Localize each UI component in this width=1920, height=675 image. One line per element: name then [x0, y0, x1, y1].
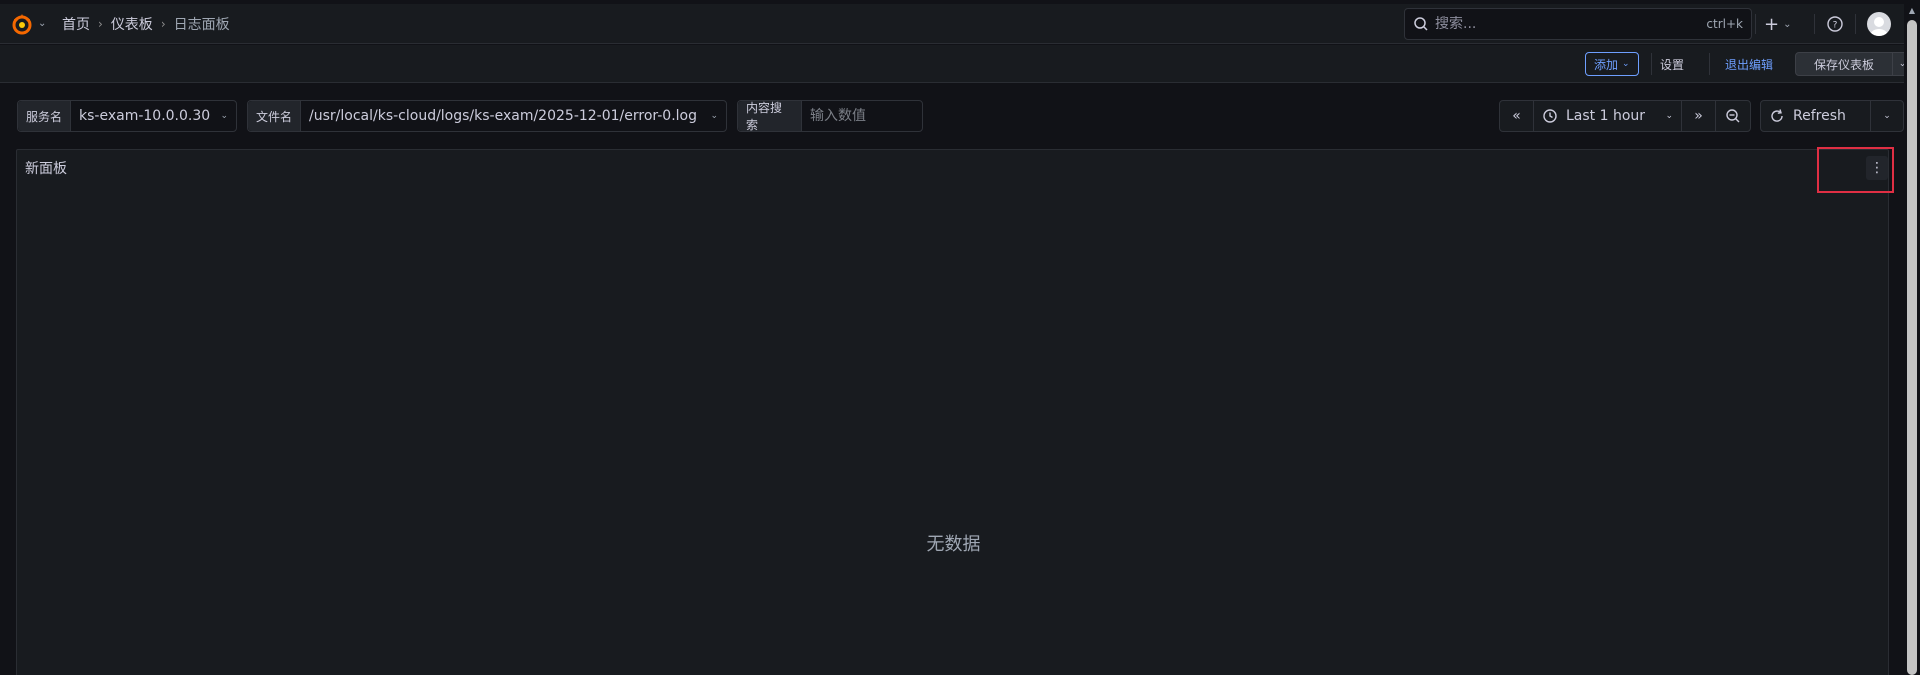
refresh-button[interactable]: Refresh — [1761, 101, 1871, 131]
variable-content: 内容搜索 — [737, 100, 923, 132]
chevrons-right-icon: » — [1694, 108, 1703, 124]
refresh-interval-button[interactable]: ⌄ — [1871, 101, 1903, 131]
chevron-right-icon: › — [98, 17, 103, 31]
time-picker-group: « Last 1 hour ⌄ » — [1499, 100, 1751, 132]
help-icon[interactable]: ? — [1826, 15, 1844, 33]
add-button[interactable]: 添加 ⌄ — [1585, 52, 1639, 76]
grafana-logo-icon[interactable] — [10, 11, 36, 37]
variable-service: 服务名 ks-exam-10.0.0.30 ⌄ — [17, 100, 237, 132]
variable-file: 文件名 /usr/local/ks-cloud/logs/ks-exam/202… — [247, 100, 727, 132]
variable-service-label: 服务名 — [18, 101, 72, 131]
divider — [1755, 14, 1756, 34]
add-button-label: 添加 — [1594, 57, 1619, 72]
service-select-value: ks-exam-10.0.0.30 — [79, 108, 211, 124]
refresh-label: Refresh — [1793, 108, 1846, 124]
chevron-down-icon[interactable]: ⌄ — [38, 18, 46, 29]
svg-text:?: ? — [1833, 21, 1838, 31]
refresh-group: Refresh ⌄ — [1760, 100, 1904, 132]
divider — [1814, 14, 1815, 34]
search-icon — [1414, 17, 1428, 31]
panel-title[interactable]: 新面板 — [25, 158, 67, 178]
file-select-value: /usr/local/ks-cloud/logs/ks-exam/2025-12… — [309, 108, 698, 124]
divider — [1651, 53, 1652, 75]
clock-icon — [1543, 109, 1557, 123]
breadcrumb: 首页 › 仪表板 › 日志面板 — [62, 4, 230, 44]
chevron-down-icon: ⌄ — [1783, 18, 1792, 30]
breadcrumb-dashboards[interactable]: 仪表板 — [111, 14, 153, 34]
exit-edit-button[interactable]: 退出编辑 — [1725, 52, 1773, 76]
chevron-right-icon: › — [160, 17, 166, 31]
top-nav-bar: ⌄ 首页 › 仪表板 › 日志面板 ctrl+k + ⌄ ? — [0, 4, 1904, 44]
file-select[interactable]: /usr/local/ks-cloud/logs/ks-exam/2025-12… — [301, 101, 726, 131]
new-button[interactable]: + ⌄ — [1764, 12, 1791, 36]
divider — [1709, 53, 1710, 75]
scroll-up-arrow-icon[interactable]: ▲ — [1907, 6, 1917, 16]
zoom-out-icon — [1726, 109, 1740, 123]
content-search-input[interactable] — [802, 101, 922, 131]
chevron-down-icon: ⌄ — [1665, 111, 1673, 121]
time-range-picker[interactable]: Last 1 hour ⌄ — [1534, 101, 1682, 131]
time-forward-button[interactable]: » — [1682, 101, 1716, 131]
highlight-box — [1817, 147, 1894, 193]
search-input[interactable] — [1435, 16, 1707, 32]
plus-icon: + — [1764, 13, 1780, 35]
breadcrumb-current: 日志面板 — [173, 17, 230, 33]
variable-file-label: 文件名 — [248, 101, 302, 131]
search-shortcut: ctrl+k — [1706, 17, 1743, 31]
search-box[interactable]: ctrl+k — [1404, 8, 1752, 40]
chevron-down-icon: ⌄ — [1883, 111, 1891, 121]
divider — [1855, 14, 1856, 34]
user-avatar[interactable] — [1867, 12, 1891, 36]
chevrons-left-icon: « — [1512, 108, 1521, 124]
refresh-icon — [1771, 109, 1783, 122]
variable-content-label: 内容搜索 — [738, 101, 802, 132]
time-range-label: Last 1 hour — [1566, 108, 1646, 124]
chevron-down-icon: ⌄ — [1622, 59, 1630, 69]
save-dashboard-button[interactable]: 保存仪表板 — [1795, 52, 1893, 76]
time-back-button[interactable]: « — [1500, 101, 1534, 131]
zoom-out-button[interactable] — [1716, 101, 1750, 131]
breadcrumb-home[interactable]: 首页 — [62, 14, 90, 34]
chevron-down-icon: ⌄ — [220, 111, 228, 121]
chevron-down-icon: ⌄ — [710, 111, 718, 121]
dashboard-toolbar: 添加 ⌄ 设置 退出编辑 保存仪表板 ⌄ — [0, 45, 1913, 83]
settings-button[interactable]: 设置 — [1660, 52, 1684, 76]
dashboard-panel: 新面板 ⋮ 无数据 — [16, 149, 1889, 675]
no-data-message: 无数据 — [926, 534, 981, 555]
service-select[interactable]: ks-exam-10.0.0.30 ⌄ — [71, 101, 236, 131]
scrollbar-thumb[interactable] — [1907, 20, 1917, 675]
